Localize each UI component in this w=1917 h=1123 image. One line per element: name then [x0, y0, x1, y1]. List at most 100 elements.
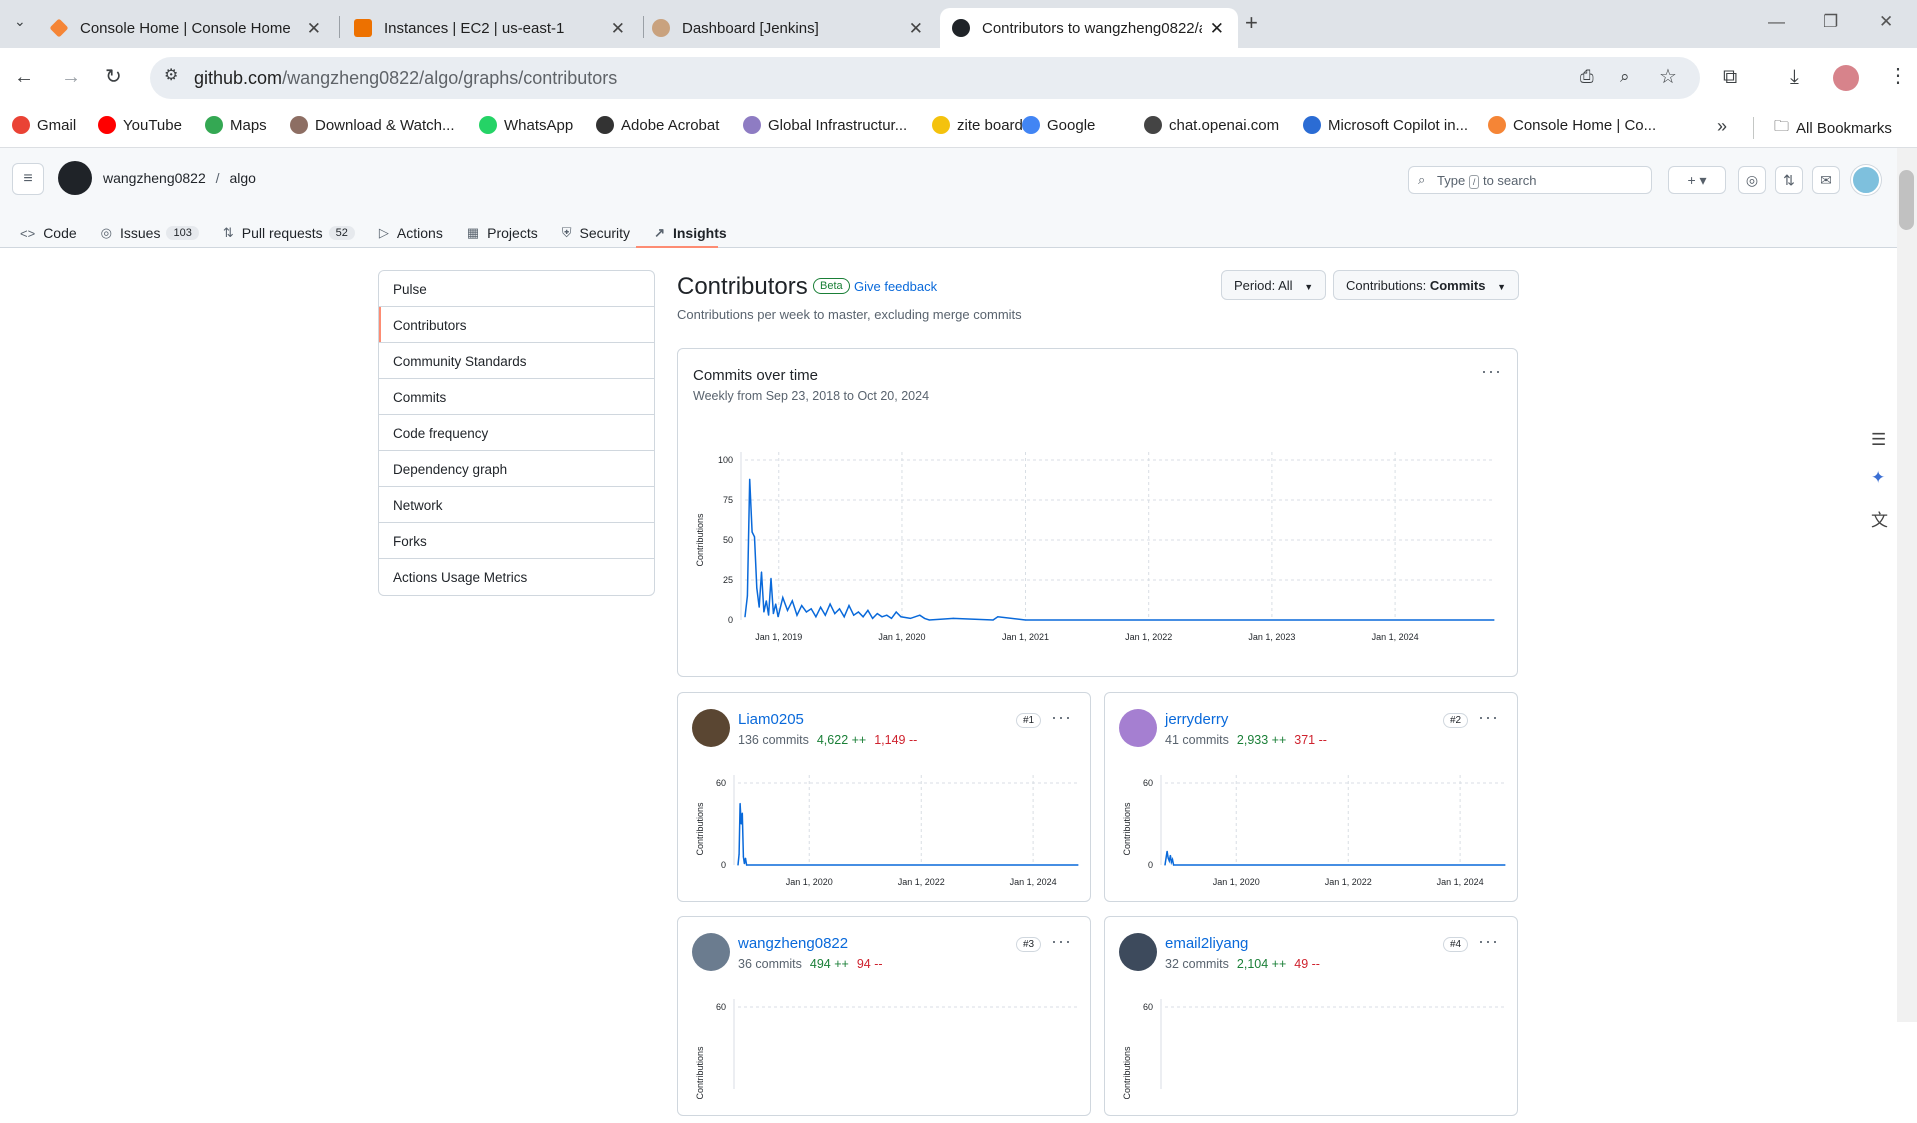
- pull-requests-icon[interactable]: ⇅: [1775, 166, 1803, 194]
- contributor-name-link[interactable]: email2liyang: [1165, 935, 1248, 952]
- data-point: [743, 863, 746, 865]
- additions-count: 4,622 ++: [816, 733, 867, 747]
- repo-tab-insights[interactable]: ↗ Insights: [654, 218, 727, 248]
- avatar[interactable]: [1119, 709, 1157, 747]
- chart-options-kebab-icon[interactable]: ···: [1481, 361, 1502, 382]
- issues-icon[interactable]: ◎: [1738, 166, 1766, 194]
- browser-tab-4-active[interactable]: Contributors to wangzheng0822/algo ✕: [940, 8, 1238, 48]
- browser-tab-3[interactable]: Dashboard [Jenkins] ✕: [652, 8, 937, 48]
- sidenav-item-network[interactable]: Network: [379, 487, 654, 523]
- browser-tab-2[interactable]: Instances | EC2 | us-east-1 ✕: [354, 8, 639, 48]
- give-feedback-link[interactable]: Give feedback: [854, 279, 937, 294]
- avatar[interactable]: [692, 709, 730, 747]
- bookmark-item[interactable]: Download & Watch...: [290, 116, 455, 134]
- commit-count[interactable]: 136 commits: [738, 733, 809, 747]
- download-icon[interactable]: ⤓: [1790, 67, 1799, 87]
- data-point: [746, 595, 748, 597]
- repo-tab-code[interactable]: <> Code: [20, 218, 77, 248]
- address-bar[interactable]: ⚙ github.com/wangzheng0822/algo/graphs/c…: [150, 57, 1700, 99]
- site-info-icon[interactable]: ⚙: [164, 68, 178, 84]
- contributor-options-kebab-icon[interactable]: ···: [1478, 707, 1499, 728]
- contributor-name-link[interactable]: wangzheng0822: [738, 935, 848, 952]
- bookmark-item[interactable]: Adobe Acrobat: [596, 116, 719, 134]
- bookmark-item[interactable]: Google: [1022, 116, 1095, 134]
- avatar[interactable]: [1119, 933, 1157, 971]
- bookmark-item[interactable]: Gmail: [12, 116, 76, 134]
- sidenav-item-commits[interactable]: Commits: [379, 379, 654, 415]
- series-line: [1164, 851, 1505, 866]
- profile-avatar[interactable]: [1833, 65, 1859, 91]
- search-input[interactable]: ⌕ Type / to search: [1408, 166, 1652, 194]
- url-path: /wangzheng0822/algo/graphs/contributors: [282, 68, 618, 88]
- repo-tab-projects[interactable]: ▦ Projects: [467, 218, 538, 248]
- scrollbar-thumb[interactable]: [1899, 170, 1914, 230]
- contributor-options-kebab-icon[interactable]: ···: [1051, 707, 1072, 728]
- forward-icon[interactable]: →: [61, 67, 81, 87]
- repo-tab-actions[interactable]: ▷ Actions: [379, 218, 443, 248]
- close-icon[interactable]: ✕: [307, 19, 321, 39]
- repo-tab-issues[interactable]: ◎ Issues 103: [101, 218, 199, 248]
- bookmark-item[interactable]: WhatsApp: [479, 116, 573, 134]
- install-app-icon[interactable]: ⎙: [1580, 68, 1594, 85]
- more-bookmarks-icon[interactable]: »: [1717, 117, 1727, 135]
- bookmark-item[interactable]: zite board: [932, 116, 1023, 134]
- sidenav-item-dependency-graph[interactable]: Dependency graph: [379, 451, 654, 487]
- insights-sidenav: Pulse Contributors Community Standards Comm…: [378, 270, 655, 596]
- close-icon[interactable]: ✕: [909, 19, 923, 39]
- repo-name-link[interactable]: algo: [229, 170, 255, 186]
- sidenav-item-contributors[interactable]: Contributors: [379, 307, 654, 343]
- contributor-options-kebab-icon[interactable]: ···: [1478, 931, 1499, 952]
- commit-count[interactable]: 41 commits: [1165, 733, 1229, 747]
- data-point: [1164, 864, 1166, 866]
- commits-over-time-chart: 0 25 50 75 100 Jan 1, 2019 Jan 1, 2020 Jan 1, 2…: [695, 452, 1495, 642]
- url-text[interactable]: github.com/wangzheng0822/algo/graphs/con…: [194, 68, 617, 89]
- user-avatar[interactable]: [1851, 165, 1881, 195]
- sidenav-item-actions-usage-metrics[interactable]: Actions Usage Metrics: [379, 559, 654, 595]
- bookmark-item[interactable]: Maps: [205, 116, 267, 134]
- commit-count[interactable]: 32 commits: [1165, 957, 1229, 971]
- additions-count: 494 ++: [809, 957, 849, 971]
- avatar[interactable]: [692, 933, 730, 971]
- restore-icon[interactable]: ❐: [1823, 12, 1838, 32]
- bookmark-item[interactable]: Microsoft Copilot in...: [1303, 116, 1468, 134]
- bookmark-star-icon[interactable]: ☆: [1659, 67, 1677, 87]
- contributor-options-kebab-icon[interactable]: ···: [1051, 931, 1072, 952]
- zoom-icon[interactable]: ⌕: [1620, 68, 1630, 85]
- bookmark-item[interactable]: Console Home | Co...: [1488, 116, 1656, 134]
- reading-list-icon[interactable]: ☰: [1871, 430, 1886, 450]
- repo-tab-security[interactable]: ⛨ Security: [562, 218, 630, 248]
- repo-tab-pull-requests[interactable]: ⇅ Pull requests 52: [223, 218, 355, 248]
- translate-icon[interactable]: 文: [1871, 506, 1888, 531]
- inbox-icon[interactable]: ✉: [1812, 166, 1840, 194]
- contributor-name-link[interactable]: jerryderry: [1165, 711, 1228, 728]
- sidenav-item-code-frequency[interactable]: Code frequency: [379, 415, 654, 451]
- commit-count[interactable]: 36 commits: [738, 957, 802, 971]
- sidenav-item-forks[interactable]: Forks: [379, 523, 654, 559]
- ai-sparkle-icon[interactable]: ✦: [1871, 468, 1885, 488]
- close-icon[interactable]: ✕: [611, 19, 625, 39]
- menu-icon[interactable]: ⋮: [1888, 66, 1908, 86]
- period-select[interactable]: Period: All ▼: [1221, 270, 1327, 300]
- tab-search-icon[interactable]: ⌄: [14, 14, 26, 28]
- minimize-icon[interactable]: —: [1768, 12, 1785, 32]
- close-window-icon[interactable]: ✕: [1879, 12, 1893, 32]
- browser-tab-1[interactable]: Console Home | Console Home ✕: [49, 8, 335, 48]
- extensions-icon[interactable]: ⧉: [1723, 67, 1737, 87]
- repo-owner-link[interactable]: wangzheng0822: [103, 170, 206, 186]
- create-new-button[interactable]: + ▾: [1668, 166, 1726, 194]
- sidenav-item-pulse[interactable]: Pulse: [379, 271, 654, 307]
- contributions-select[interactable]: Contributions: Commits ▼: [1333, 270, 1520, 300]
- new-tab-icon[interactable]: +: [1245, 12, 1258, 34]
- contributor-name-link[interactable]: Liam0205: [738, 711, 804, 728]
- reload-icon[interactable]: ↻: [105, 67, 122, 87]
- back-icon[interactable]: ←: [14, 67, 34, 87]
- page-scrollbar[interactable]: [1897, 148, 1917, 1022]
- bookmark-item[interactable]: Global Infrastructur...: [743, 116, 907, 134]
- github-logo-icon[interactable]: [58, 161, 92, 195]
- close-icon[interactable]: ✕: [1210, 19, 1224, 39]
- hamburger-menu-icon[interactable]: ≡: [12, 163, 44, 195]
- all-bookmarks[interactable]: 🗀 All Bookmarks: [1774, 116, 1892, 141]
- bookmark-item[interactable]: YouTube: [98, 116, 182, 134]
- bookmark-item[interactable]: chat.openai.com: [1144, 116, 1279, 134]
- sidenav-item-community-standards[interactable]: Community Standards: [379, 343, 654, 379]
